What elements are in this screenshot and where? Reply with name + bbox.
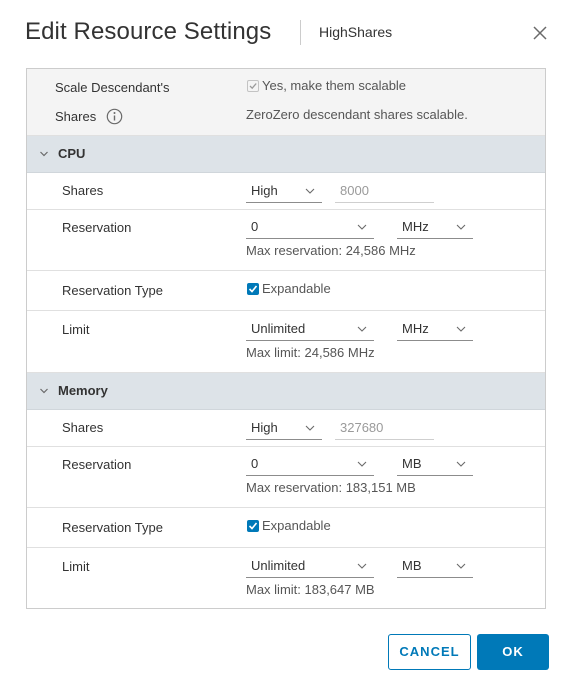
memory-reservation-combobox[interactable]: 0: [246, 452, 374, 476]
chevron-down-icon: [305, 188, 315, 194]
dialog-header: Edit Resource Settings HighShares: [25, 14, 555, 54]
cpu-limit-value: Unlimited: [251, 321, 306, 336]
scale-descendants-row: Scale Descendant's Shares Yes, make them…: [27, 69, 545, 136]
memory-shares-value: 327680: [340, 420, 384, 435]
title-divider: [300, 20, 301, 45]
chevron-down-icon: [456, 224, 466, 230]
cpu-shares-label: Shares: [62, 183, 104, 198]
cpu-reservation-label: Reservation: [62, 220, 132, 235]
memory-reservation-unit-select[interactable]: MB: [397, 452, 473, 476]
chevron-down-icon: [456, 326, 466, 332]
memory-shares-value-input: 327680: [335, 416, 434, 440]
checkmark-icon: [248, 522, 258, 530]
memory-limit-row: Limit Unlimited MB Max limit: 183,647 MB: [27, 548, 545, 608]
dialog-title: Edit Resource Settings: [25, 18, 272, 45]
cpu-expandable-label: Expandable: [262, 281, 331, 296]
memory-limit-unit: MB: [402, 558, 422, 573]
memory-reservation-label: Reservation: [62, 457, 132, 472]
close-button[interactable]: [531, 24, 549, 42]
memory-limit-combobox[interactable]: Unlimited: [246, 554, 374, 578]
memory-reservation-hint: Max reservation: 183,151 MB: [246, 480, 416, 495]
scale-checkbox-label: Yes, make them scalable: [262, 78, 407, 93]
cpu-limit-label: Limit: [62, 322, 90, 337]
cpu-limit-unit: MHz: [402, 321, 429, 336]
cpu-reservation-value: 0: [251, 219, 259, 234]
memory-reservation-type-row: Reservation Type Expandable: [27, 508, 545, 548]
scale-shares-checkbox: [247, 80, 259, 92]
scale-label-line1: Scale Descendant's: [55, 80, 170, 95]
chevron-down-icon: [456, 563, 466, 569]
chevron-down-icon: [40, 151, 48, 157]
scale-label-line2: Shares: [55, 109, 97, 124]
chevron-down-icon: [357, 224, 367, 230]
cpu-reservation-type-row: Reservation Type Expandable: [27, 271, 545, 311]
cpu-reservation-hint: Max reservation: 24,586 MHz: [246, 243, 416, 258]
checkmark-icon: [248, 285, 258, 293]
cpu-section-header[interactable]: CPU: [27, 136, 545, 173]
cpu-section-title: CPU: [58, 146, 86, 161]
settings-panel: Scale Descendant's Shares Yes, make them…: [26, 68, 546, 609]
cpu-limit-unit-select[interactable]: MHz: [397, 317, 473, 341]
cpu-shares-value-input: 8000: [335, 179, 434, 203]
memory-expandable-checkbox[interactable]: [247, 520, 259, 532]
chevron-down-icon: [357, 563, 367, 569]
cpu-expandable-checkbox[interactable]: [247, 283, 259, 295]
cpu-limit-combobox[interactable]: Unlimited: [246, 317, 374, 341]
cancel-button[interactable]: CANCEL: [388, 634, 471, 670]
cpu-reservation-unit: MHz: [402, 219, 429, 234]
memory-expandable-label: Expandable: [262, 518, 331, 533]
memory-limit-unit-select[interactable]: MB: [397, 554, 473, 578]
memory-reservation-unit: MB: [402, 456, 422, 471]
cpu-limit-hint: Max limit: 24,586 MHz: [246, 345, 375, 360]
cpu-reservation-type-label: Reservation Type: [62, 283, 163, 298]
cpu-shares-row: Shares High 8000: [27, 173, 545, 210]
memory-limit-label: Limit: [62, 559, 90, 574]
memory-limit-hint: Max limit: 183,647 MB: [246, 582, 375, 597]
cpu-shares-level: High: [251, 183, 278, 198]
cpu-reservation-combobox[interactable]: 0: [246, 215, 374, 239]
cpu-reservation-row: Reservation 0 MHz Max reservation: 24,58…: [27, 210, 545, 271]
memory-reservation-row: Reservation 0 MB Max reservation: 183,15…: [27, 447, 545, 508]
cpu-shares-select[interactable]: High: [246, 179, 322, 203]
memory-shares-row: Shares High 327680: [27, 410, 545, 447]
edit-resource-settings-dialog: Edit Resource Settings HighShares Scale …: [0, 0, 572, 691]
memory-shares-label: Shares: [62, 420, 104, 435]
chevron-down-icon: [357, 461, 367, 467]
memory-shares-level: High: [251, 420, 278, 435]
ok-button[interactable]: OK: [477, 634, 549, 670]
info-icon[interactable]: [106, 108, 123, 125]
cpu-shares-value: 8000: [340, 183, 369, 198]
chevron-down-icon: [40, 388, 48, 394]
memory-section-header[interactable]: Memory: [27, 373, 545, 410]
chevron-down-icon: [357, 326, 367, 332]
memory-section-title: Memory: [58, 383, 108, 398]
memory-shares-select[interactable]: High: [246, 416, 322, 440]
memory-reservation-value: 0: [251, 456, 259, 471]
memory-reservation-type-label: Reservation Type: [62, 520, 163, 535]
chevron-down-icon: [456, 461, 466, 467]
close-icon: [533, 26, 547, 40]
chevron-down-icon: [305, 425, 315, 431]
dialog-subtitle: HighShares: [319, 24, 393, 40]
cpu-limit-row: Limit Unlimited MHz Max limit: 24,586 MH…: [27, 311, 545, 373]
cpu-reservation-unit-select[interactable]: MHz: [397, 215, 473, 239]
memory-limit-value: Unlimited: [251, 558, 306, 573]
scale-note: ZeroZero descendant shares scalable.: [246, 107, 468, 122]
